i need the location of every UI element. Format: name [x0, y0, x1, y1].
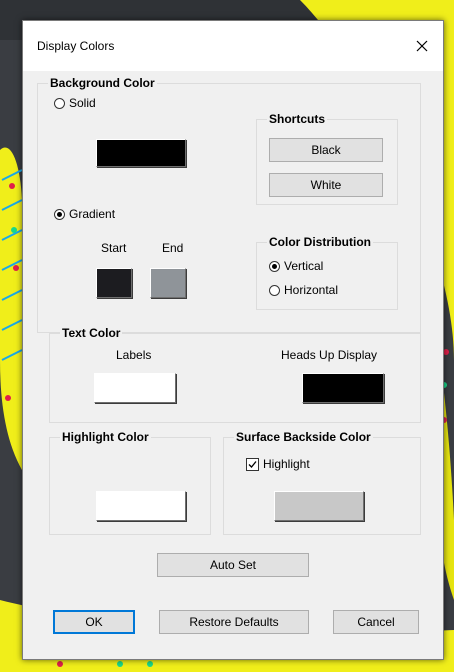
- ok-button[interactable]: OK: [53, 610, 135, 634]
- surface-backside-color-label: Surface Backside Color: [234, 430, 373, 444]
- highlight-color-label: Highlight Color: [60, 430, 151, 444]
- white-shortcut-button[interactable]: White: [269, 173, 383, 197]
- hud-color-swatch[interactable]: [302, 373, 384, 403]
- gradient-start-swatch[interactable]: [96, 268, 132, 298]
- backside-highlight-label: Highlight: [263, 457, 310, 471]
- solid-radio-label: Solid: [69, 96, 96, 110]
- gradient-end-label: End: [162, 241, 184, 255]
- text-color-group: Text Color Labels Heads Up Display: [49, 326, 421, 423]
- surface-backside-color-group: Surface Backside Color Highlight: [223, 430, 421, 535]
- black-shortcut-button[interactable]: Black: [269, 138, 383, 162]
- cancel-button[interactable]: Cancel: [333, 610, 419, 634]
- vertical-radio[interactable]: Vertical: [269, 259, 323, 273]
- gradient-start-label: Start: [101, 241, 127, 255]
- backside-color-swatch[interactable]: [274, 491, 364, 521]
- color-distribution-label: Color Distribution: [267, 235, 373, 249]
- gradient-radio[interactable]: Gradient: [54, 207, 115, 221]
- gradient-radio-circle[interactable]: [54, 208, 65, 220]
- shortcuts-group: Shortcuts Black White: [256, 112, 398, 205]
- gradient-end-swatch[interactable]: [150, 268, 186, 298]
- highlight-color-group: Highlight Color: [49, 430, 211, 535]
- display-colors-dialog: Display Colors Background Color Solid Gr…: [22, 20, 444, 660]
- shortcuts-label: Shortcuts: [267, 112, 328, 126]
- horizontal-radio-label: Horizontal: [284, 283, 339, 297]
- labels-color-label: Labels: [116, 348, 152, 362]
- hud-color-label: Heads Up Display: [281, 348, 378, 362]
- close-icon: [416, 40, 428, 52]
- horizontal-radio-circle[interactable]: [269, 284, 280, 296]
- dialog-titlebar: Display Colors: [23, 21, 443, 71]
- backside-highlight-checkbox[interactable]: Highlight: [246, 457, 310, 471]
- highlight-color-swatch[interactable]: [96, 491, 186, 521]
- labels-color-swatch[interactable]: [94, 373, 176, 403]
- color-distribution-group: Color Distribution Vertical Horizontal: [256, 235, 398, 310]
- solid-radio-circle[interactable]: [54, 97, 65, 109]
- dialog-title: Display Colors: [37, 39, 115, 53]
- close-button[interactable]: [407, 31, 437, 61]
- solid-radio[interactable]: Solid: [54, 96, 96, 110]
- auto-set-button[interactable]: Auto Set: [157, 553, 309, 577]
- horizontal-radio[interactable]: Horizontal: [269, 283, 338, 297]
- gradient-radio-label: Gradient: [69, 207, 116, 221]
- restore-defaults-button[interactable]: Restore Defaults: [159, 610, 309, 634]
- vertical-radio-circle[interactable]: [269, 260, 280, 272]
- background-color-group: Background Color Solid Gradient Start En…: [37, 76, 421, 333]
- background-color-label: Background Color: [48, 76, 157, 90]
- solid-color-swatch[interactable]: [96, 139, 186, 167]
- backside-highlight-checkbox-box[interactable]: [246, 457, 259, 471]
- text-color-label: Text Color: [60, 326, 123, 340]
- vertical-radio-label: Vertical: [284, 259, 324, 273]
- checkmark-icon: [248, 460, 257, 468]
